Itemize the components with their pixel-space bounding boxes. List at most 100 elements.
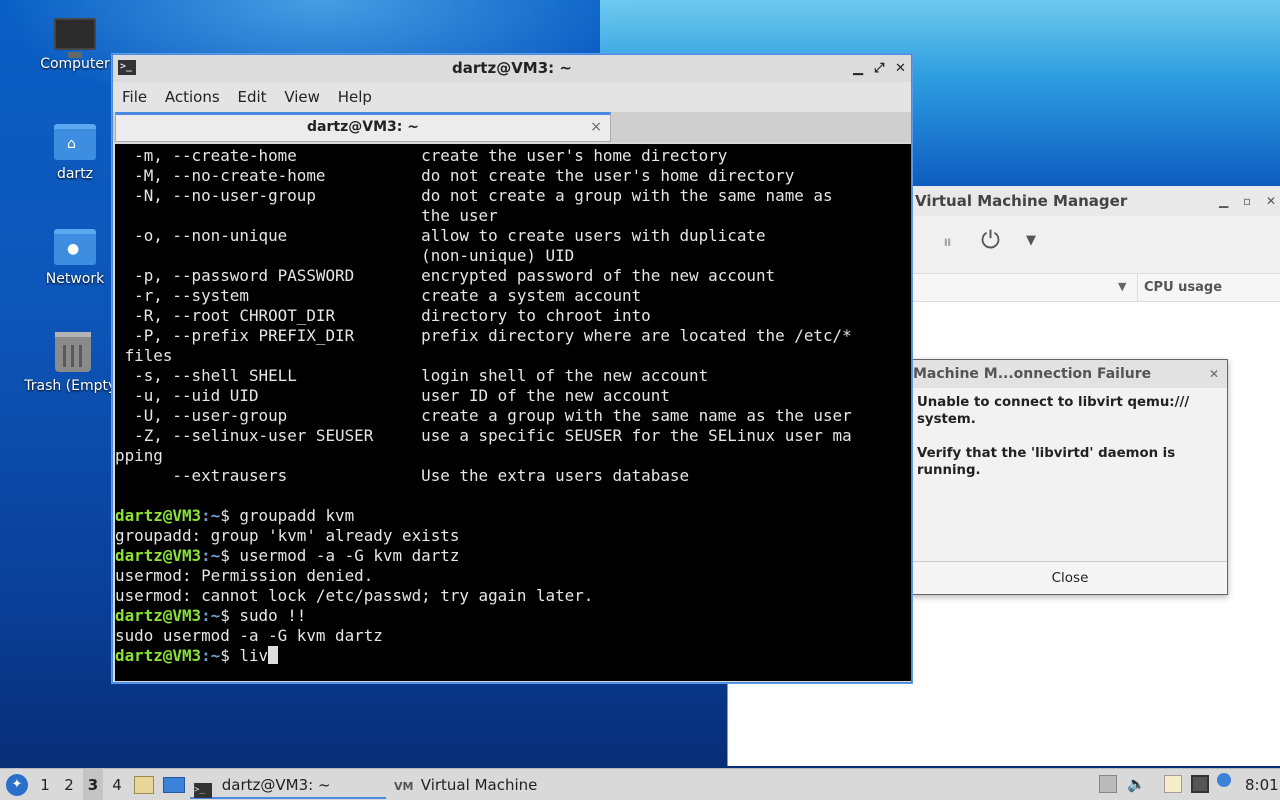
- terminal-line: dartz@VM3:~$ liv: [115, 646, 911, 666]
- dialog-message: Unable to connect to libvirt qemu:/// sy…: [913, 388, 1227, 479]
- home-folder-icon: ⌂: [54, 124, 96, 160]
- terminal-line: pping: [115, 446, 163, 465]
- command-text: $ sudo !!: [220, 606, 307, 625]
- pause-icon[interactable]: ⏸: [943, 232, 952, 253]
- close-button[interactable]: Close: [913, 561, 1227, 594]
- window-title: dartz@VM3: ~: [452, 59, 572, 77]
- chevron-down-icon[interactable]: ▼: [1026, 233, 1036, 248]
- terminal-line: -r, --system create a system account: [115, 286, 642, 305]
- menu-view[interactable]: View: [284, 82, 320, 112]
- prompt-user-host: dartz@VM3: [115, 546, 202, 565]
- prompt-user-host: dartz@VM3: [115, 646, 202, 665]
- eject-icon[interactable]: [1099, 775, 1117, 793]
- maximize-icon[interactable]: ▫: [1243, 186, 1251, 216]
- dialog-titlebar[interactable]: Machine M...onnection Failure ✕: [913, 360, 1227, 388]
- taskbar: ✦ 1 2 3 4 >_ dartz@VM3: ~ VM Virtual Mac…: [0, 768, 1280, 800]
- menu-edit[interactable]: Edit: [237, 82, 266, 112]
- power-icon[interactable]: ⏻: [981, 226, 1000, 254]
- task-vmm[interactable]: VM Virtual Machine Mana...: [392, 771, 592, 799]
- desktop-icon-label: dartz: [56, 166, 94, 182]
- workspace-1[interactable]: 1: [35, 769, 55, 800]
- prompt-user-host: dartz@VM3: [115, 506, 202, 525]
- computer-icon: [54, 18, 96, 58]
- clock[interactable]: 8:01: [1245, 769, 1279, 800]
- terminal-line: (non-unique) UID: [115, 246, 575, 265]
- terminal-line: dartz@VM3:~$ usermod -a -G kvm dartz: [115, 546, 911, 566]
- prompt-path: :~: [201, 646, 221, 665]
- desktop-icon-label: Network: [45, 271, 105, 287]
- notification-icon[interactable]: [1217, 773, 1231, 787]
- file-manager-icon[interactable]: [134, 776, 154, 794]
- column-cpu-usage[interactable]: CPU usage: [1144, 280, 1222, 295]
- tab-bar: dartz@VM3: ~ ×: [113, 112, 911, 142]
- terminal-icon: >_: [194, 783, 212, 798]
- terminal-titlebar[interactable]: >_ dartz@VM3: ~ ▁ ⤢ ✕: [113, 55, 911, 82]
- terminal-line: -m, --create-home create the user's home…: [115, 146, 728, 165]
- volume-icon[interactable]: 🔈: [1127, 775, 1146, 793]
- message-line: running.: [917, 463, 981, 478]
- text-cursor: [268, 646, 279, 664]
- maximize-icon[interactable]: ⤢: [874, 55, 884, 82]
- workspace-4[interactable]: 4: [107, 769, 127, 800]
- sort-arrow-icon[interactable]: ▼: [1118, 280, 1126, 293]
- workspace-3[interactable]: 3: [83, 769, 103, 800]
- terminal-line: -R, --root CHROOT_DIR directory to chroo…: [115, 306, 651, 325]
- task-terminal[interactable]: >_ dartz@VM3: ~: [190, 771, 386, 799]
- command-text: $ usermod -a -G kvm dartz: [220, 546, 460, 565]
- close-icon[interactable]: ✕: [1266, 186, 1276, 216]
- close-icon[interactable]: ✕: [1209, 360, 1219, 388]
- tab-terminal[interactable]: dartz@VM3: ~ ×: [115, 112, 611, 142]
- terminal-line: -p, --password PASSWORD encrypted passwo…: [115, 266, 776, 285]
- menu-file[interactable]: File: [122, 82, 147, 112]
- menu-actions[interactable]: Actions: [165, 82, 220, 112]
- terminal-line: -M, --no-create-home do not create the u…: [115, 166, 795, 185]
- terminal-line: usermod: Permission denied.: [115, 566, 374, 585]
- vmm-title: Virtual Machine Manager: [915, 192, 1128, 210]
- desktop-icon-label: Trash (Empty): [24, 378, 122, 394]
- prompt-path: :~: [201, 506, 221, 525]
- terminal-line: the user: [115, 206, 498, 225]
- close-icon[interactable]: ✕: [895, 55, 906, 82]
- terminal-line: --extrausers Use the extra users databas…: [115, 466, 690, 485]
- terminal-line: sudo usermod -a -G kvm dartz: [115, 626, 383, 645]
- terminal-line: dartz@VM3:~$ groupadd kvm: [115, 506, 911, 526]
- terminal-line: -s, --shell SHELL login shell of the new…: [115, 366, 709, 385]
- workspace-2[interactable]: 2: [59, 769, 79, 800]
- terminal-line: -P, --prefix PREFIX_DIR prefix directory…: [115, 326, 852, 345]
- trash-icon: [55, 332, 91, 372]
- close-tab-icon[interactable]: ×: [590, 115, 602, 140]
- network-tray-icon[interactable]: [1191, 775, 1209, 793]
- terminal-line: -Z, --selinux-user SEUSER use a specific…: [115, 426, 852, 445]
- show-desktop-icon[interactable]: [163, 777, 185, 793]
- terminal-window[interactable]: >_ dartz@VM3: ~ ▁ ⤢ ✕ File Actions Edit …: [112, 54, 912, 683]
- message-line: Unable to connect to libvirt qemu:///: [917, 395, 1190, 410]
- network-folder-icon: ●: [54, 229, 96, 265]
- terminal-line: groupadd: group 'kvm' already exists: [115, 526, 460, 545]
- command-text: $ groupadd kvm: [220, 506, 355, 525]
- start-menu-icon[interactable]: ✦: [6, 774, 28, 796]
- terminal-line: -u, --uid UID user ID of the new account: [115, 386, 670, 405]
- terminal-line: files: [115, 346, 173, 365]
- prompt-user-host: dartz@VM3: [115, 606, 202, 625]
- message-line: system.: [917, 412, 976, 427]
- vmm-icon: VM: [394, 780, 414, 793]
- desktop-icon-label: Computer: [40, 56, 110, 72]
- terminal-line: usermod: cannot lock /etc/passwd; try ag…: [115, 586, 594, 605]
- command-text: $ liv: [220, 646, 269, 665]
- terminal-output[interactable]: -m, --create-home create the user's home…: [115, 144, 911, 681]
- message-line: Verify that the 'libvirtd' daemon is: [917, 446, 1176, 461]
- minimize-icon[interactable]: ▁: [853, 55, 863, 82]
- terminal-icon: >_: [118, 60, 136, 75]
- tab-label: dartz@VM3: ~: [307, 119, 419, 135]
- clipboard-icon[interactable]: [1164, 775, 1182, 793]
- menu-bar: File Actions Edit View Help: [113, 82, 911, 112]
- terminal-line: dartz@VM3:~$ sudo !!: [115, 606, 911, 626]
- desktop-icon-trash[interactable]: Trash (Empty): [20, 332, 126, 394]
- connection-failure-dialog[interactable]: Machine M...onnection Failure ✕ Unable t…: [912, 359, 1228, 595]
- prompt-path: :~: [201, 606, 221, 625]
- terminal-line: -o, --non-unique allow to create users w…: [115, 226, 766, 245]
- minimize-icon[interactable]: ▁: [1219, 186, 1228, 216]
- terminal-line: -N, --no-user-group do not create a grou…: [115, 186, 833, 205]
- prompt-path: :~: [201, 546, 221, 565]
- menu-help[interactable]: Help: [338, 82, 372, 112]
